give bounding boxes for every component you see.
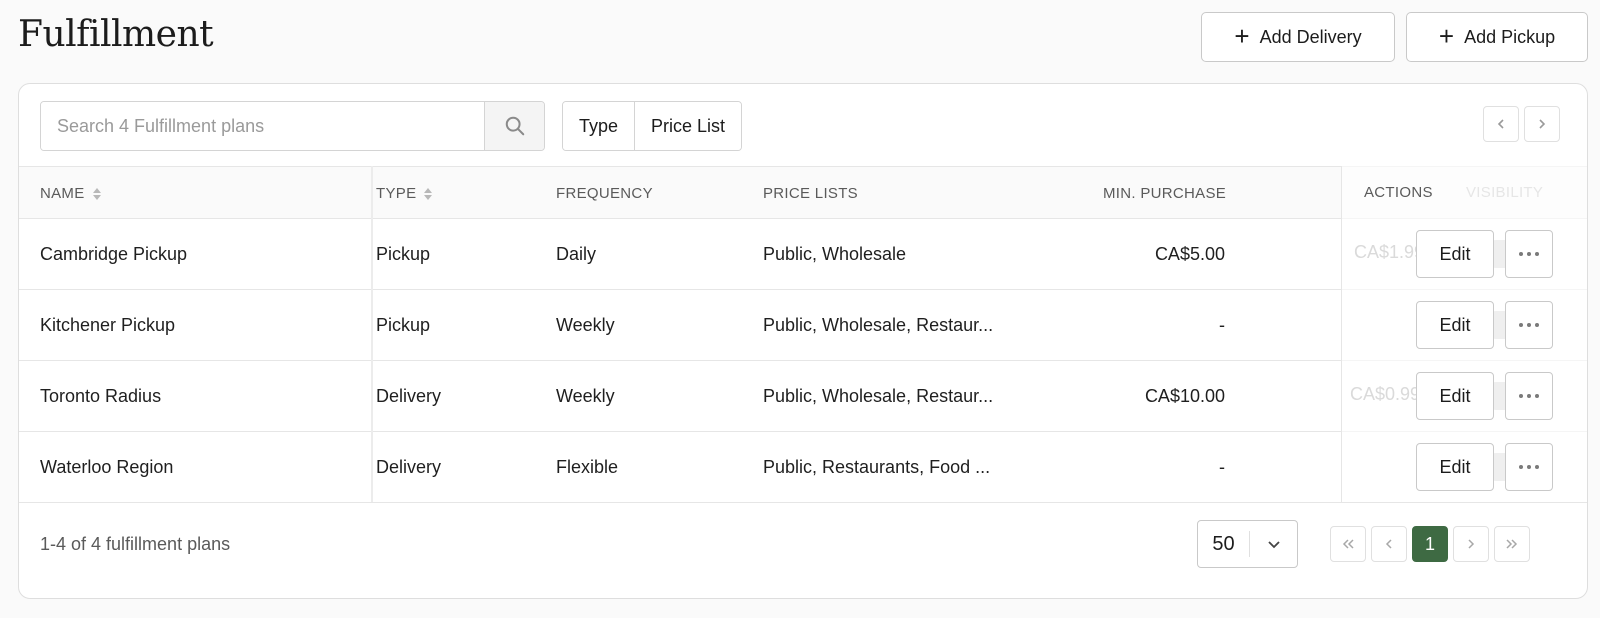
next-page-button[interactable] <box>1453 526 1489 562</box>
sort-icon <box>424 187 433 200</box>
cell-frequency: Weekly <box>556 315 615 335</box>
more-horizontal-icon <box>1519 465 1523 469</box>
chevron-right-icon <box>1468 539 1475 549</box>
double-chevron-left-icon <box>1342 539 1354 549</box>
chevron-down-icon <box>1267 541 1280 549</box>
cell-price-lists: Public, Wholesale, Restaur... <box>763 315 994 335</box>
column-header-actions: ACTIONS <box>1364 184 1433 201</box>
cell-type: Pickup <box>376 244 431 264</box>
chevron-right-icon <box>1539 119 1546 129</box>
per-page-value: 50 <box>1198 531 1250 557</box>
cell-frequency: Weekly <box>556 386 615 406</box>
filter-type-button[interactable]: Type <box>563 102 635 150</box>
cell-price-lists: Public, Wholesale <box>763 244 907 264</box>
more-actions-button[interactable] <box>1505 230 1553 278</box>
column-header-name[interactable]: NAME <box>40 167 101 220</box>
cell-type: Delivery <box>376 457 442 477</box>
more-horizontal-icon <box>1519 323 1523 327</box>
column-header-price-lists: PRICE LISTS <box>763 185 858 202</box>
more-horizontal-icon <box>1519 394 1523 398</box>
scroll-left-button[interactable] <box>1483 106 1519 142</box>
cell-frequency: Daily <box>556 244 597 264</box>
cell-min-purchase: CA$5.00 <box>1154 244 1225 264</box>
column-header-min-purchase: MIN. PURCHASE <box>1103 185 1227 202</box>
cell-name: Cambridge Pickup <box>40 244 188 264</box>
pagination-summary: 1-4 of 4 fulfillment plans <box>40 533 231 554</box>
plus-icon: + <box>1438 21 1455 51</box>
more-horizontal-icon <box>1519 252 1523 256</box>
double-chevron-right-icon <box>1506 539 1518 549</box>
search-button[interactable] <box>484 102 544 150</box>
add-pickup-label: Add Pickup <box>1464 26 1556 47</box>
column-header-visibility-ghost: VISIBILITY <box>1466 184 1544 201</box>
table-footer: 1-4 of 4 fulfillment plans 50 1 <box>19 502 1587 598</box>
column-header-type[interactable]: TYPE <box>376 167 433 220</box>
cell-min-purchase: - <box>1219 315 1225 335</box>
search-icon <box>505 116 524 136</box>
cell-min-purchase: - <box>1219 457 1225 477</box>
cell-type: Delivery <box>376 386 442 406</box>
edit-button[interactable]: Edit <box>1416 301 1494 349</box>
add-delivery-label: Add Delivery <box>1259 26 1362 47</box>
more-actions-button[interactable] <box>1505 301 1553 349</box>
first-page-button[interactable] <box>1330 526 1366 562</box>
column-header-frequency: FREQUENCY <box>556 185 653 202</box>
chevron-left-icon <box>1497 119 1504 129</box>
edit-button[interactable]: Edit <box>1416 443 1494 491</box>
plus-icon: + <box>1234 21 1250 51</box>
fulfillment-card: Type Price List NAME TYPE FREQUENCY PRIC… <box>18 83 1588 599</box>
search-box <box>40 101 545 151</box>
cell-min-purchase: CA$10.00 <box>1144 386 1225 406</box>
edit-button[interactable]: Edit <box>1416 372 1494 420</box>
cell-price-lists: Public, Restaurants, Food ... <box>763 457 991 477</box>
cell-name: Kitchener Pickup <box>40 315 176 335</box>
cell-name: Waterloo Region <box>40 457 174 477</box>
edit-button[interactable]: Edit <box>1416 230 1494 278</box>
hidden-fee-ghost: CA$1.99 <box>1354 242 1425 262</box>
filter-price-list-button[interactable]: Price List <box>634 102 742 150</box>
page-button-current[interactable]: 1 <box>1412 526 1448 562</box>
search-input[interactable] <box>41 102 484 150</box>
chevron-left-icon <box>1385 539 1392 549</box>
more-actions-button[interactable] <box>1505 443 1553 491</box>
more-actions-button[interactable] <box>1505 372 1553 420</box>
sticky-column-divider <box>371 166 373 502</box>
cell-price-lists: Public, Wholesale, Restaur... <box>763 386 994 406</box>
hidden-fee-ghost: CA$0.99 <box>1350 384 1421 404</box>
scroll-right-button[interactable] <box>1524 106 1560 142</box>
filter-group: Type Price List <box>562 101 743 151</box>
sort-icon <box>92 187 101 200</box>
previous-page-button[interactable] <box>1371 526 1407 562</box>
cell-frequency: Flexible <box>556 457 619 477</box>
add-pickup-button[interactable]: + Add Pickup <box>1406 12 1588 62</box>
add-delivery-button[interactable]: + Add Delivery <box>1201 12 1395 62</box>
cell-name: Toronto Radius <box>40 386 162 406</box>
cell-type: Pickup <box>376 315 431 335</box>
page-title: Fulfillment <box>18 14 214 55</box>
per-page-select[interactable]: 50 <box>1197 520 1298 568</box>
last-page-button[interactable] <box>1494 526 1530 562</box>
